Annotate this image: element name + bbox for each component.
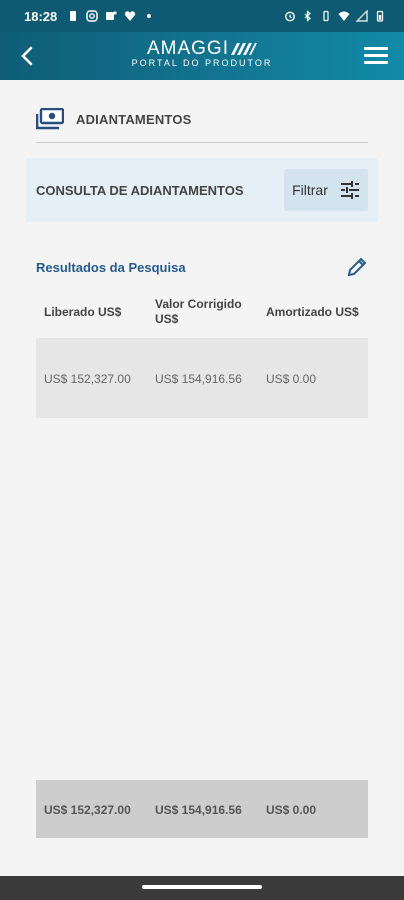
- filter-sliders-icon: [340, 181, 359, 199]
- battery-icon: [376, 10, 384, 22]
- total-amortizado: US$ 0.00: [266, 803, 317, 817]
- content-card: ADIANTAMENTOS CONSULTA DE ADIANTAMENTOS …: [26, 80, 378, 852]
- menu-icon-bar: [364, 54, 388, 57]
- system-navigation-bar: [0, 876, 404, 900]
- results-title: Resultados da Pesquisa: [36, 260, 186, 275]
- menu-icon-bar: [364, 61, 388, 64]
- logo-subtitle: PORTAL DO PRODUTOR: [131, 58, 273, 68]
- heart-icon: [125, 11, 136, 21]
- page-heading: ADIANTAMENTOS: [36, 104, 368, 143]
- column-header-liberado: Liberado US$: [44, 305, 122, 319]
- page-title: ADIANTAMENTOS: [76, 112, 192, 127]
- instagram-icon: [86, 10, 98, 22]
- cell-valor-corrigido: US$ 154,916.56: [155, 372, 242, 386]
- menu-icon-bar: [364, 47, 388, 50]
- app-header: AMAGGI PORTAL DO PRODUTOR: [0, 32, 404, 80]
- home-gesture-handle[interactable]: [142, 885, 262, 889]
- cell-amortizado: US$ 0.00: [266, 372, 317, 386]
- amaggi-logo-icon: [231, 43, 257, 55]
- filter-panel: CONSULTA DE ADIANTAMENTOS Filtrar: [26, 158, 378, 222]
- total-valor-corrigido: US$ 154,916.56: [155, 803, 242, 817]
- totals-row: US$ 152,327.00 US$ 154,916.56 US$ 0.00: [36, 780, 368, 838]
- filter-button-label: Filtrar: [292, 182, 328, 198]
- money-icon: [36, 108, 64, 130]
- status-bar: 18:28: [0, 0, 404, 32]
- alarm-icon: [285, 11, 295, 22]
- bluetooth-icon: [304, 10, 311, 22]
- status-time: 18:28: [24, 8, 58, 24]
- menu-button[interactable]: [364, 47, 388, 65]
- signal-icon: [356, 10, 368, 22]
- filter-heading: CONSULTA DE ADIANTAMENTOS: [36, 182, 244, 198]
- table-row[interactable]: US$ 152,327.00 US$ 154,916.56 US$ 0.00: [36, 338, 368, 418]
- total-liberado: US$ 152,327.00: [44, 803, 131, 817]
- system-icons: [284, 10, 386, 22]
- dot-icon: [147, 14, 152, 18]
- teams-icon: [106, 11, 117, 20]
- filter-button[interactable]: Filtrar: [284, 169, 368, 211]
- wifi-icon: [338, 11, 350, 21]
- logo-text: AMAGGI: [146, 38, 229, 59]
- notification-icons: [67, 10, 155, 22]
- vibrate-icon: [323, 10, 329, 22]
- column-header-amortizado: Amortizado US$: [266, 305, 359, 319]
- results-header: Resultados da Pesquisa: [36, 256, 368, 280]
- app-logo: AMAGGI PORTAL DO PRODUTOR: [0, 38, 404, 68]
- battery-saver-icon: [70, 11, 77, 21]
- cell-liberado: US$ 152,327.00: [44, 372, 131, 386]
- column-header-valor-corrigido: Valor Corrigido US$: [155, 297, 242, 326]
- edit-pencil-icon[interactable]: [346, 256, 368, 278]
